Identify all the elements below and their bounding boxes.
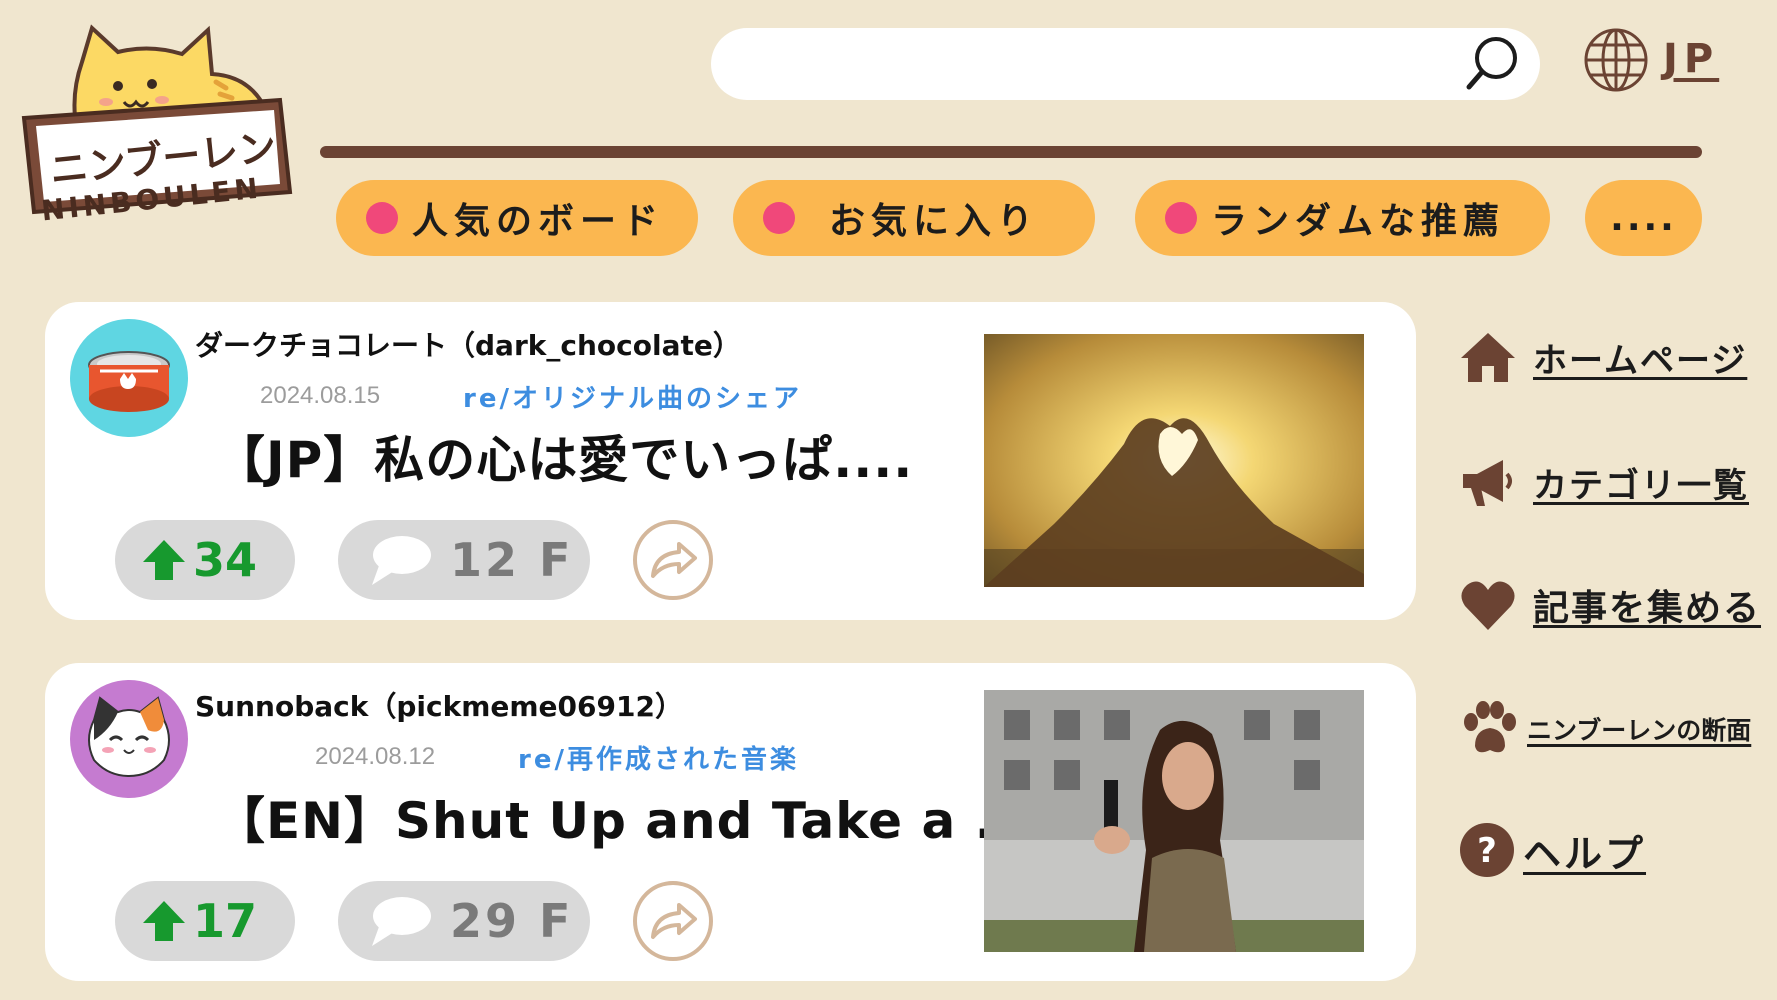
share-icon bbox=[651, 903, 697, 939]
canned-food-icon[interactable] bbox=[70, 319, 188, 437]
tab-dot bbox=[1165, 202, 1197, 234]
upvote-arrow-icon bbox=[143, 901, 185, 941]
tab-dot bbox=[366, 202, 398, 234]
share-button[interactable] bbox=[633, 881, 713, 961]
tab-label: ランダムな推薦 bbox=[1211, 201, 1506, 242]
sidebar-item-home[interactable]: ホームページ bbox=[1459, 330, 1747, 384]
comment-count: 29 F bbox=[450, 894, 574, 948]
search-icon[interactable] bbox=[1464, 34, 1522, 92]
tab-label: 人気のボード bbox=[412, 201, 665, 242]
upvote-button[interactable]: 34 bbox=[115, 520, 295, 600]
comment-bubble-icon bbox=[372, 897, 431, 946]
upvote-count: 17 bbox=[193, 894, 258, 948]
upvote-count: 34 bbox=[193, 533, 258, 587]
sidebar-item-cross-section[interactable]: ニンブーレンの断面 bbox=[1459, 700, 1751, 758]
post-date: 2024.08.12 bbox=[315, 743, 436, 770]
tab-more[interactable]: .... bbox=[1585, 180, 1702, 256]
help-icon: ? bbox=[1460, 823, 1514, 877]
sidebar-item-label: カテゴリ一覧 bbox=[1533, 465, 1749, 506]
upvote-arrow-icon bbox=[143, 540, 185, 580]
calico-cat-icon[interactable] bbox=[70, 680, 188, 798]
post-date: 2024.08.15 bbox=[260, 382, 381, 409]
share-button[interactable] bbox=[633, 520, 713, 600]
post-author[interactable]: ダークチョコレート（dark_chocolate） bbox=[195, 324, 741, 364]
comment-button[interactable]: 29 F bbox=[338, 881, 590, 961]
tab-favorites[interactable]: お気に入り bbox=[733, 180, 1095, 256]
tab-label: お気に入り bbox=[829, 201, 1040, 242]
upvote-button[interactable]: 17 bbox=[115, 881, 295, 961]
post-title[interactable]: 【JP】私の心は愛でいっぱ.... bbox=[215, 420, 913, 492]
tab-label: .... bbox=[1610, 197, 1677, 239]
heart-icon bbox=[1461, 581, 1515, 630]
tab-dot bbox=[763, 202, 795, 234]
share-icon bbox=[651, 542, 697, 578]
post-board-link[interactable]: re/オリジナル曲のシェア bbox=[463, 378, 802, 415]
comment-bubble-icon bbox=[372, 536, 431, 585]
post-board-link[interactable]: re/再作成された音楽 bbox=[518, 739, 799, 776]
sidebar-item-help[interactable]: ? ヘルプ bbox=[1459, 822, 1646, 878]
globe-icon[interactable] bbox=[1583, 27, 1649, 93]
sidebar-item-label: ホームページ bbox=[1533, 340, 1748, 381]
search-input[interactable] bbox=[711, 28, 1540, 100]
language-switch[interactable]: JP bbox=[1663, 36, 1719, 82]
sidebar-item-collect-articles[interactable]: 記事を集める bbox=[1459, 578, 1761, 632]
tab-random-recommendations[interactable]: ランダムな推薦 bbox=[1135, 180, 1550, 256]
site-logo[interactable]: ニンブーレン NINBOULEN bbox=[20, 22, 300, 227]
heart-hands-sunset-photo[interactable] bbox=[984, 334, 1364, 587]
megaphone-icon bbox=[1463, 460, 1512, 506]
post-author[interactable]: Sunnoback（pickmeme06912） bbox=[195, 685, 683, 725]
post-title[interactable]: 【EN】Shut Up and Take a .... bbox=[215, 781, 1055, 853]
paw-icon bbox=[1464, 701, 1516, 753]
sidebar-item-categories[interactable]: カテゴリ一覧 bbox=[1459, 454, 1749, 510]
tab-popular-boards[interactable]: 人気のボード bbox=[336, 180, 698, 256]
post-card[interactable]: ダークチョコレート（dark_chocolate） 2024.08.15 re/… bbox=[45, 302, 1416, 620]
sidebar-item-label: ニンブーレンの断面 bbox=[1527, 716, 1752, 745]
sidebar-item-label: 記事を集める bbox=[1533, 588, 1762, 629]
post-card[interactable]: Sunnoback（pickmeme06912） 2024.08.12 re/再… bbox=[45, 663, 1416, 981]
svg-text:?: ? bbox=[1477, 831, 1497, 871]
header-divider bbox=[320, 146, 1702, 158]
comment-count: 12 F bbox=[450, 533, 574, 587]
comment-button[interactable]: 12 F bbox=[338, 520, 590, 600]
sidebar-item-label: ヘルプ bbox=[1523, 831, 1647, 876]
woman-with-gun-photo[interactable] bbox=[984, 690, 1364, 952]
home-icon bbox=[1461, 333, 1515, 382]
